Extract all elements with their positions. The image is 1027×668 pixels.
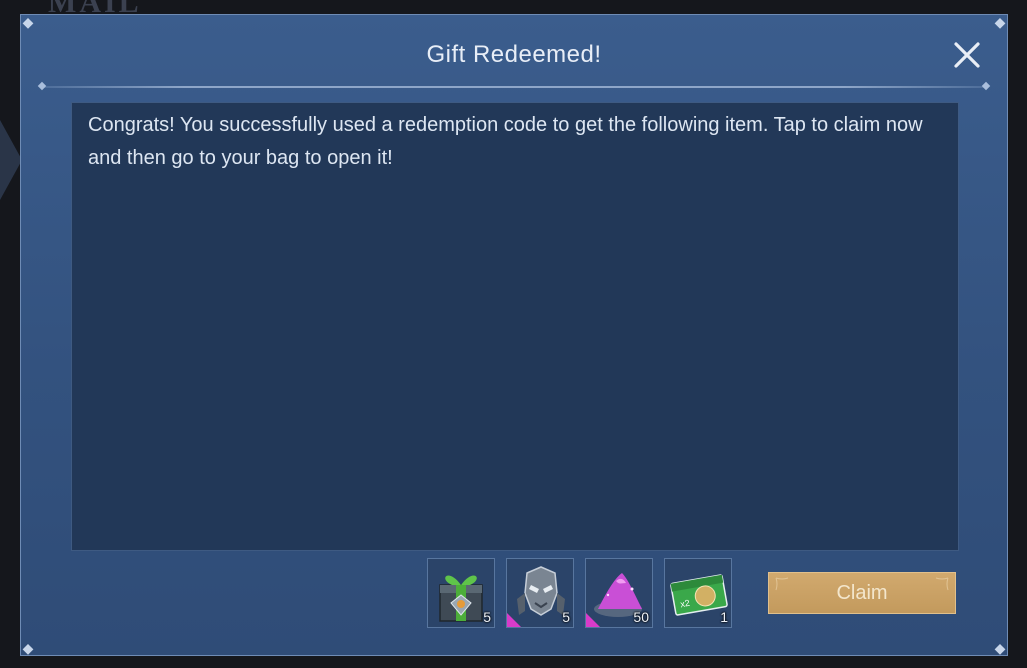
item-quantity: 5 [562, 609, 570, 625]
message-text: Congrats! You successfully used a redemp… [88, 114, 923, 169]
close-icon [954, 42, 980, 68]
gift-redeemed-dialog: ◆ ◆ ◆ ◆ Gift Redeemed! Congrats! You suc… [20, 14, 1008, 656]
button-ornament-icon [775, 577, 789, 591]
item-quantity: 5 [483, 609, 491, 625]
title-divider [43, 86, 985, 88]
corner-ornament-icon: ◆ [22, 14, 34, 30]
reward-item-magic-dust[interactable]: 50 [585, 558, 653, 628]
dialog-title: Gift Redeemed! [426, 41, 602, 68]
corner-ornament-icon: ◆ [994, 640, 1006, 656]
reward-item-gift-box[interactable]: 5 [427, 558, 495, 628]
corner-ornament-icon: ◆ [994, 14, 1006, 30]
rarity-mark-icon [507, 613, 521, 627]
background-arrow-icon [0, 120, 22, 200]
message-box: Congrats! You successfully used a redemp… [71, 102, 959, 551]
claim-button[interactable]: Claim [768, 572, 956, 614]
item-quantity: 1 [720, 609, 728, 625]
button-ornament-icon [935, 577, 949, 591]
reward-item-exp-card[interactable]: x2 1 [664, 558, 732, 628]
svg-text:x2: x2 [679, 598, 690, 610]
reward-item-hero-fragment[interactable]: 5 [506, 558, 574, 628]
claim-label: Claim [836, 582, 888, 604]
corner-ornament-icon: ◆ [22, 640, 34, 656]
rarity-mark-icon [586, 613, 600, 627]
item-quantity: 50 [633, 609, 649, 625]
close-button[interactable] [951, 39, 983, 71]
